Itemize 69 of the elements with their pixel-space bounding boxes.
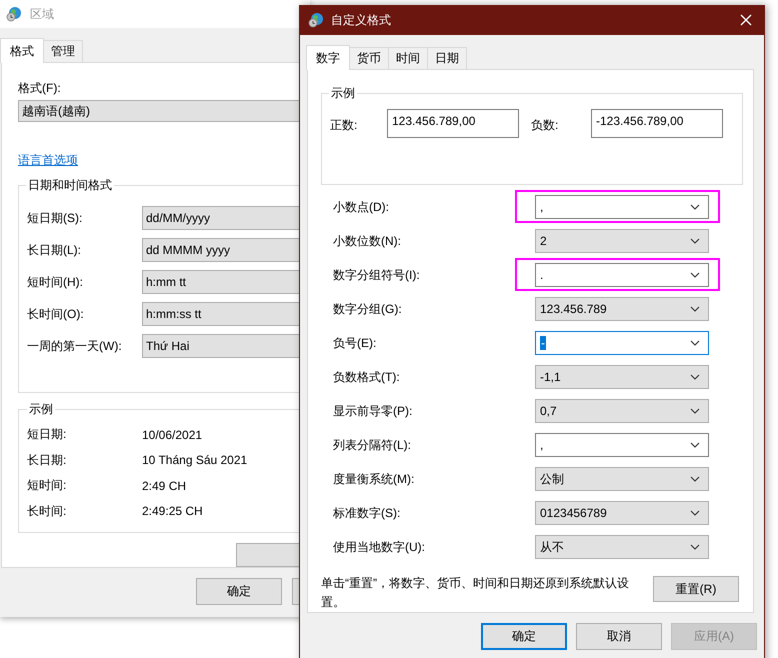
example-value: 10/06/2021 — [142, 428, 202, 442]
dropdown[interactable]: 2 — [535, 229, 709, 253]
group-title: 示例 — [27, 402, 55, 416]
dialog-button[interactable]: 确定 — [481, 623, 567, 650]
field-label: 负号(E): — [333, 334, 378, 352]
dropdown[interactable]: 公制 — [535, 467, 709, 491]
field-label: 负数格式(T): — [333, 368, 401, 386]
chevron-down-icon — [690, 510, 700, 516]
tab[interactable]: 数字 — [306, 45, 350, 70]
combo-field[interactable]: , — [535, 195, 709, 219]
chevron-down-icon — [690, 272, 700, 278]
chevron-down-icon — [690, 204, 700, 210]
tab[interactable]: 格式 — [0, 38, 44, 63]
field-label: 长时间(O): — [27, 306, 85, 323]
field-label: 度量衡系统(M): — [333, 470, 416, 488]
example-value: 2:49 CH — [142, 478, 186, 493]
field-label: 标准数字(S): — [333, 504, 402, 522]
reset-button[interactable]: 重置(R) — [653, 576, 739, 602]
chevron-down-icon — [690, 408, 700, 414]
dialog-button[interactable]: 取消 — [576, 623, 662, 650]
field-label: 长日期(L): — [27, 242, 82, 259]
field-label: 数字分组符号(I): — [333, 266, 421, 284]
field-label: 格式(F): — [18, 80, 62, 96]
field-label: 小数点(D): — [333, 198, 390, 216]
dropdown[interactable]: 0,7 — [535, 399, 709, 423]
tab[interactable]: 日期 — [427, 47, 467, 69]
globe-icon — [6, 6, 22, 22]
sample-box: 123.456.789,00 — [387, 109, 519, 138]
tab[interactable]: 管理 — [43, 40, 83, 62]
chevron-down-icon — [690, 238, 700, 244]
chevron-down-icon — [690, 306, 700, 312]
field-label: 一周的第一天(W): — [27, 338, 123, 355]
dropdown[interactable]: 从不 — [535, 535, 709, 559]
window-title: 自定义格式 — [331, 12, 391, 28]
field-label: 正数: — [330, 117, 358, 134]
field-label: 小数位数(N): — [333, 232, 402, 250]
chevron-down-icon — [690, 442, 700, 448]
field-label: 负数: — [531, 117, 560, 134]
field-label: 列表分隔符(L): — [333, 436, 412, 454]
field-label: 使用当地数字(U): — [333, 538, 426, 556]
sample-box: -123.456.789,00 — [591, 109, 723, 138]
field-label: 短日期(S): — [27, 210, 84, 227]
example-value: 10 Tháng Sáu 2021 — [142, 453, 248, 468]
window-title: 区域 — [30, 6, 54, 22]
field-label: 长日期: — [27, 452, 68, 469]
chevron-down-icon — [690, 340, 700, 346]
group-title: 示例 — [329, 86, 357, 100]
field-label: 显示前导零(P): — [333, 402, 414, 420]
group-title: 日期和时间格式 — [26, 178, 114, 192]
dropdown[interactable]: -1,1 — [535, 365, 709, 389]
example-value: 2:49:25 CH — [142, 504, 203, 518]
combo-field[interactable]: - — [535, 331, 709, 355]
globe-icon — [308, 12, 324, 28]
combo-field[interactable]: , — [535, 433, 709, 457]
link[interactable]: 语言首选项 — [18, 152, 78, 170]
chevron-down-icon — [690, 544, 700, 550]
dropdown[interactable]: 123.456.789 — [535, 297, 709, 321]
combo-field[interactable]: . — [535, 263, 709, 287]
dropdown[interactable]: 0123456789 — [535, 501, 709, 525]
field-label: 短时间: — [27, 477, 68, 494]
instruction-text: 单击“重置”，将数字、货币、时间和日期还原到系统默认设置。 — [321, 575, 630, 611]
field-label: 长时间: — [27, 502, 68, 520]
chevron-down-icon — [690, 374, 700, 380]
ok-button[interactable]: 确定 — [196, 578, 282, 605]
field-label: 短时间(H): — [27, 274, 84, 291]
close-icon — [740, 14, 752, 26]
field-label: 短日期: — [27, 426, 68, 444]
chevron-down-icon — [690, 476, 700, 482]
field-label: 数字分组(G): — [333, 300, 403, 318]
